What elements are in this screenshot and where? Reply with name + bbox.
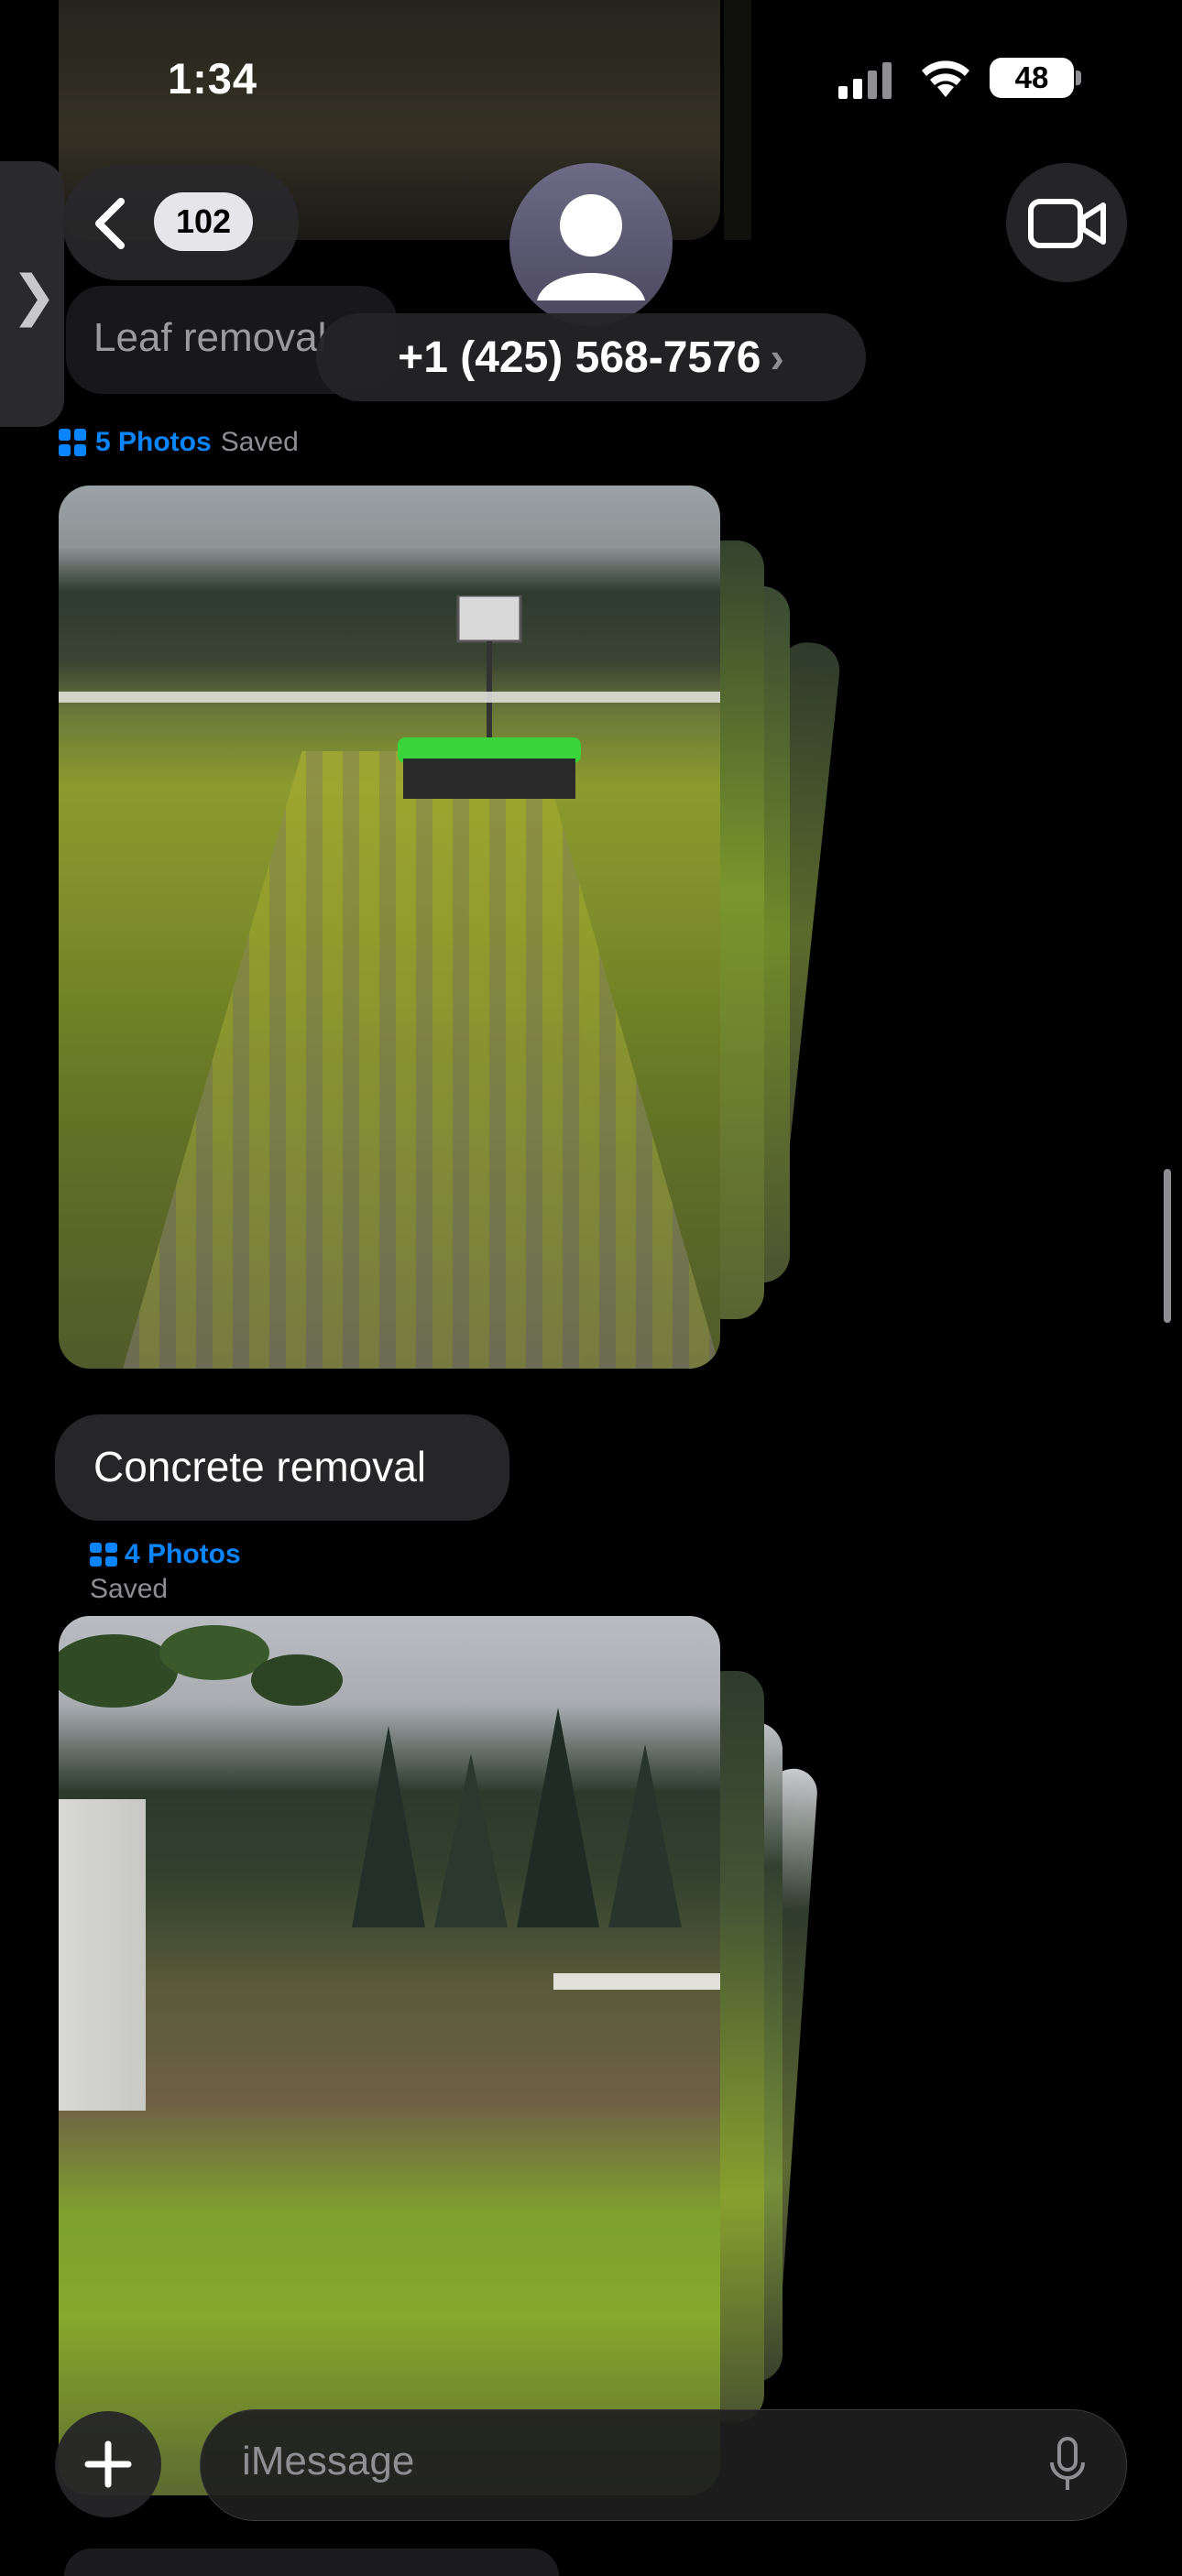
photo-grid-icon	[59, 429, 86, 456]
photo-count: 4 Photos	[125, 1539, 241, 1569]
photo-stack-label-2[interactable]: 4 Photos	[90, 1539, 241, 1570]
plus-icon	[84, 2440, 132, 2488]
person-icon	[537, 194, 645, 300]
photo-stack-label-1[interactable]: 5 Photos Saved	[59, 427, 299, 458]
microphone-icon[interactable]	[1048, 2437, 1087, 2494]
contact-name-button[interactable]: +1 (425) 568-7576 ›	[316, 313, 866, 401]
contact-name: +1 (425) 568-7576	[398, 333, 761, 382]
photo-grid-icon	[90, 1543, 117, 1566]
battery-nub	[1076, 71, 1081, 85]
scrollbar[interactable]	[1164, 1169, 1171, 1323]
contact-avatar[interactable]	[509, 163, 673, 326]
photo-count: 5 Photos	[95, 427, 212, 457]
add-attachment-button[interactable]	[55, 2411, 161, 2517]
battery-indicator: 48	[990, 58, 1074, 98]
message-input-placeholder: iMessage	[242, 2439, 415, 2483]
status-time: 1:34	[168, 54, 258, 103]
foliage-overlay	[59, 1625, 343, 1708]
chevron-right-icon: ›	[770, 333, 784, 381]
video-camera-icon	[1028, 199, 1106, 248]
cellular-signal-icon	[838, 62, 892, 99]
photo-overgrown-yard[interactable]	[59, 1616, 720, 2495]
message-text-concrete-removal: Concrete removal	[93, 1443, 427, 1490]
chevron-right-icon: ❯	[11, 265, 58, 326]
side-panel-tab[interactable]: ❯	[0, 161, 64, 427]
unread-count-badge: 102	[154, 192, 253, 251]
wifi-icon	[922, 60, 969, 97]
message-text-leaf-removal: Leaf removal	[93, 315, 327, 360]
photo-moss-concrete[interactable]	[59, 486, 720, 1369]
saved-status: Saved	[90, 1574, 169, 1604]
chevron-left-icon	[95, 198, 125, 249]
basketball-hoop	[398, 595, 581, 799]
facetime-video-button[interactable]	[1006, 163, 1127, 282]
next-message-sliver	[64, 2549, 559, 2576]
saved-status: Saved	[220, 427, 299, 457]
previous-photo-fragment-right	[724, 0, 751, 240]
